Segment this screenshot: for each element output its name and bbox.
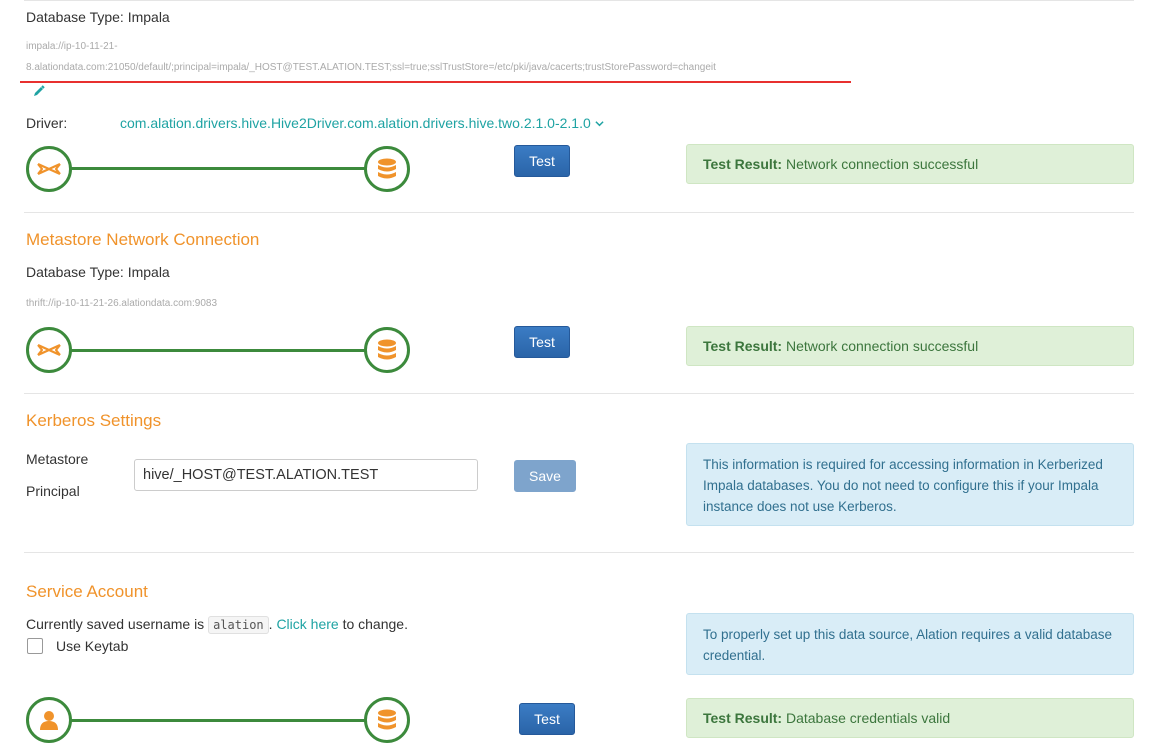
test-result-prefix: Test Result: (703, 338, 783, 354)
database-icon (364, 697, 410, 743)
metastore-title: Metastore Network Connection (26, 230, 260, 249)
connection-line (70, 349, 366, 352)
save-button[interactable]: Save (514, 460, 576, 492)
section-divider (24, 212, 1134, 213)
metastore-test-result: Test Result: Network connection successf… (686, 326, 1134, 366)
service-account-title: Service Account (26, 582, 148, 601)
connection-line (70, 719, 366, 722)
saved-username-text: Currently saved username is alation. Cli… (26, 616, 408, 634)
principal-label-1: Metastore (26, 451, 89, 467)
test-result-text: Network connection successful (785, 338, 979, 354)
driver-select[interactable]: com.alation.drivers.hive.Hive2Driver.com… (120, 115, 604, 131)
database-icon (364, 327, 410, 373)
impala-db-type: Database Type: Impala (26, 9, 170, 25)
chevron-down-icon (595, 115, 604, 131)
metastore-db-type: Database Type: Impala (26, 264, 170, 280)
change-username-link[interactable]: Click here (276, 616, 338, 632)
driver-value: com.alation.drivers.hive.Hive2Driver.com… (120, 115, 591, 131)
test-result-prefix: Test Result: (703, 156, 783, 172)
principal-label-2: Principal (26, 483, 80, 499)
driver-label: Driver: (26, 115, 68, 131)
pencil-icon[interactable] (32, 84, 46, 98)
kerberos-info-box: This information is required for accessi… (686, 443, 1134, 526)
saved-prefix: Currently saved username is (26, 616, 205, 632)
service-account-info-box: To properly set up this data source, Ala… (686, 613, 1134, 675)
test-result: Test Result: Network connection successf… (686, 144, 1134, 184)
saved-suffix: to change. (342, 616, 408, 632)
credentials-test-button[interactable]: Test (519, 703, 575, 735)
username-chip: alation (208, 616, 269, 634)
metastore-principal-input[interactable]: hive/_HOST@TEST.ALATION.TEST (134, 459, 478, 491)
use-keytab-label: Use Keytab (56, 638, 129, 654)
connector-icon (26, 146, 72, 192)
metastore-uri: thrift://ip-10-11-21-26.alationdata.com:… (26, 298, 218, 309)
database-icon (364, 146, 410, 192)
kerberos-title: Kerberos Settings (26, 411, 162, 430)
top-divider (24, 0, 1134, 1)
test-result-text: Network connection successful (785, 156, 979, 172)
connection-line (70, 167, 366, 170)
user-icon (26, 697, 72, 743)
impala-url-line1: impala://ip-10-11-21- (26, 41, 118, 52)
connector-icon (26, 327, 72, 373)
impala-url-line2: 8.alationdata.com:21050/default/;princip… (26, 62, 716, 73)
test-result-prefix: Test Result: (703, 710, 783, 726)
metastore-test-button[interactable]: Test (514, 326, 570, 358)
credentials-test-result: Test Result: Database credentials valid (686, 698, 1134, 738)
test-button[interactable]: Test (514, 145, 570, 177)
test-result-text: Database credentials valid (785, 710, 951, 726)
url-red-underline (20, 81, 851, 83)
section-divider (24, 393, 1134, 394)
section-divider (24, 552, 1134, 553)
use-keytab-checkbox[interactable] (27, 638, 43, 654)
